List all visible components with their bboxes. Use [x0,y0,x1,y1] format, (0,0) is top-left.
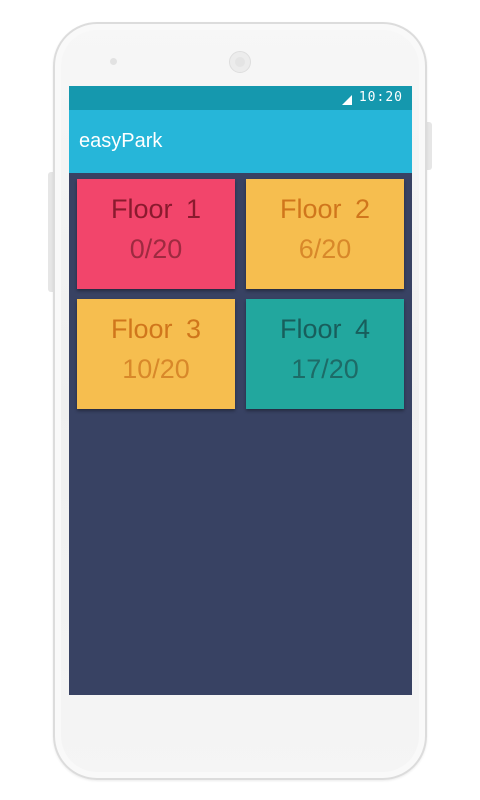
front-camera [229,51,251,73]
status-bar: 10:20 [69,86,412,110]
floor-occupancy: 17/20 [291,354,359,384]
floor-name: Floor 1 [110,194,202,224]
floor-tile-2[interactable]: Floor 2 6/20 [246,179,404,289]
signal-icon [342,95,352,105]
status-time: 10:20 [358,90,403,105]
floor-occupancy: 10/20 [122,354,190,384]
floor-occupancy: 0/20 [129,234,183,264]
floor-name: Floor 3 [110,314,202,344]
front-sensor [110,58,117,65]
app-screen: 10:20 easyPark Floor 1 0/20 Floor 2 6/20… [69,86,412,695]
floor-name: Floor 2 [279,194,371,224]
app-title: easyPark [79,130,163,152]
floor-name: Floor 4 [279,314,371,344]
app-bar: easyPark [69,110,412,173]
floor-tile-3[interactable]: Floor 3 10/20 [77,299,235,409]
power-button [427,122,432,170]
floor-occupancy: 6/20 [298,234,352,264]
floor-tile-4[interactable]: Floor 4 17/20 [246,299,404,409]
floor-tile-1[interactable]: Floor 1 0/20 [77,179,235,289]
